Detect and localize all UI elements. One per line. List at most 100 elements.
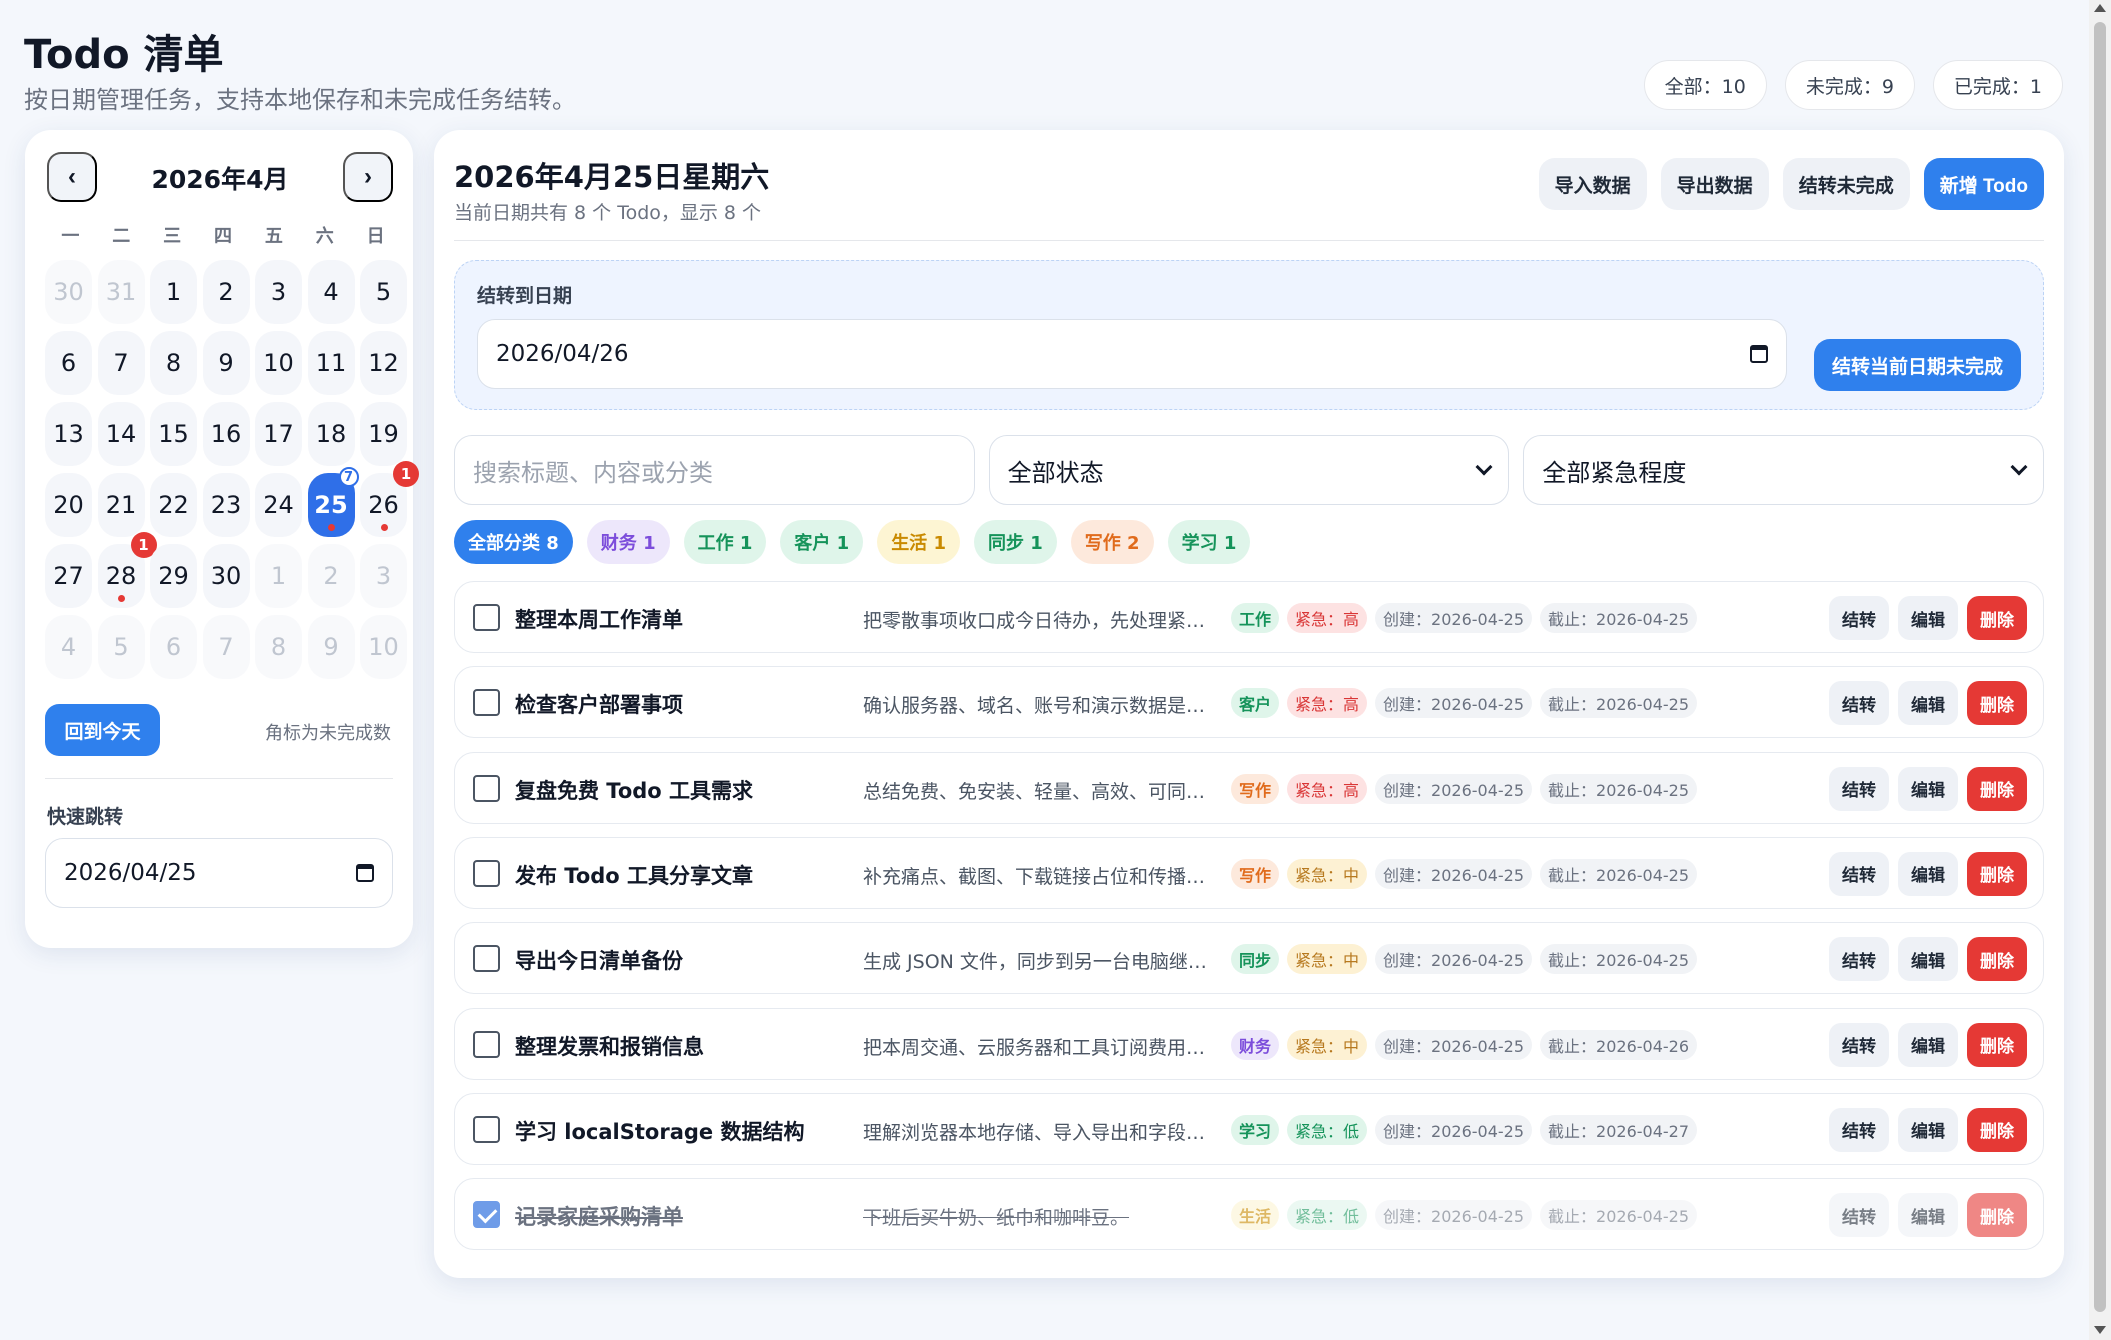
calendar-day[interactable]: 23 — [202, 473, 250, 537]
calendar-day[interactable]: 2 — [202, 260, 250, 324]
delete-button[interactable]: 删除 — [1967, 681, 2027, 726]
todo-checkbox[interactable] — [473, 1201, 500, 1229]
calendar-day[interactable]: 29 — [150, 544, 197, 608]
calendar-day[interactable]: 22 — [150, 473, 197, 537]
category-chip[interactable]: 生活 1 — [877, 520, 960, 564]
todo-checkbox[interactable] — [473, 774, 500, 802]
scroll-up-arrow-icon[interactable] — [2094, 4, 2106, 12]
calendar-day[interactable]: 8 — [150, 331, 197, 395]
category-chip[interactable]: 客户 1 — [780, 520, 864, 564]
next-month-button[interactable]: › — [343, 152, 393, 202]
carry-over-row-button[interactable]: 结转 — [1829, 766, 1889, 811]
delete-button[interactable]: 删除 — [1967, 766, 2027, 811]
edit-button[interactable]: 编辑 — [1898, 766, 1958, 811]
export-data-button[interactable]: 导出数据 — [1660, 158, 1769, 210]
add-todo-button[interactable]: 新增 Todo — [1923, 158, 2044, 210]
delete-button[interactable]: 删除 — [1967, 1193, 2027, 1238]
edit-button[interactable]: 编辑 — [1898, 681, 1958, 726]
calendar-day[interactable]: 6 — [45, 331, 92, 395]
calendar-day[interactable]: 1 — [150, 260, 197, 324]
calendar-day-today[interactable]: 25 7 — [307, 467, 359, 537]
calendar-day[interactable]: 5 — [360, 260, 407, 324]
calendar-day[interactable]: 12 — [360, 331, 407, 395]
edit-button[interactable]: 编辑 — [1898, 596, 1958, 640]
calendar-day[interactable]: 9 — [202, 331, 250, 395]
calendar-day[interactable]: 14 — [97, 402, 145, 466]
category-chip[interactable]: 写作 2 — [1070, 520, 1154, 564]
back-to-today-button[interactable]: 回到今天 — [45, 704, 160, 756]
calendar-day[interactable]: 24 — [255, 473, 302, 537]
search-input[interactable]: 搜索标题、内容或分类 — [454, 435, 975, 505]
calendar-day[interactable]: 18 — [307, 402, 355, 466]
todo-checkbox[interactable] — [473, 604, 500, 631]
calendar-day[interactable]: 3 — [360, 544, 407, 608]
page-scrollbar[interactable] — [2089, 0, 2111, 1340]
calendar-day[interactable]: 30 — [202, 544, 250, 608]
calendar-day[interactable]: 9 — [307, 615, 355, 679]
calendar-day[interactable]: 8 — [255, 615, 302, 679]
carry-current-date-button[interactable]: 结转当前日期未完成 — [1813, 339, 2021, 391]
scroll-thumb[interactable] — [2094, 22, 2106, 1312]
edit-button[interactable]: 编辑 — [1898, 851, 1958, 896]
carry-over-row-button[interactable]: 结转 — [1829, 851, 1889, 896]
calendar-day[interactable]: 27 — [45, 544, 92, 608]
quick-jump-date-input[interactable]: 2026/04/25 — [45, 838, 393, 908]
calendar-day[interactable]: 17 — [255, 402, 302, 466]
calendar-day[interactable]: 10 — [360, 615, 407, 679]
calendar-day[interactable]: 5 — [97, 615, 145, 679]
calendar-icon[interactable] — [1750, 345, 1768, 363]
calendar-day[interactable]: 13 — [45, 402, 92, 466]
calendar-icon[interactable] — [356, 864, 374, 882]
carry-over-row-button[interactable]: 结转 — [1829, 1193, 1889, 1238]
calendar-day[interactable]: 16 — [202, 402, 250, 466]
calendar-day[interactable]: 31 — [97, 260, 145, 324]
calendar-day[interactable]: 28 1 — [97, 532, 157, 608]
carry-date-input[interactable]: 2026/04/26 — [477, 319, 1787, 389]
calendar-day[interactable]: 1 — [255, 544, 302, 608]
category-chip[interactable]: 工作 1 — [683, 520, 767, 564]
delete-button[interactable]: 删除 — [1967, 596, 2027, 640]
todo-checkbox[interactable] — [473, 689, 500, 717]
scroll-down-arrow-icon[interactable] — [2094, 1326, 2106, 1334]
carry-over-row-button[interactable]: 结转 — [1829, 937, 1889, 982]
edit-button[interactable]: 编辑 — [1898, 1022, 1958, 1067]
calendar-day[interactable]: 4 — [307, 260, 355, 324]
calendar-day[interactable]: 4 — [45, 615, 92, 679]
urgency-select[interactable]: 全部紧急程度 — [1523, 435, 2045, 505]
calendar-day[interactable]: 30 — [45, 260, 92, 324]
calendar-day[interactable]: 3 — [255, 260, 302, 324]
category-chip[interactable]: 学习 1 — [1167, 520, 1251, 564]
calendar-day[interactable]: 26 1 — [360, 461, 419, 537]
import-data-button[interactable]: 导入数据 — [1538, 158, 1647, 210]
todo-checkbox[interactable] — [473, 945, 500, 973]
delete-button[interactable]: 删除 — [1967, 851, 2027, 896]
delete-button[interactable]: 删除 — [1967, 1022, 2027, 1067]
calendar-day[interactable]: 2 — [307, 544, 355, 608]
carry-over-row-button[interactable]: 结转 — [1829, 596, 1889, 640]
carry-over-row-button[interactable]: 结转 — [1829, 1107, 1889, 1152]
todo-checkbox[interactable] — [473, 1030, 500, 1058]
calendar-day[interactable]: 11 — [307, 331, 355, 395]
prev-month-button[interactable]: ‹ — [47, 152, 97, 202]
carry-over-row-button[interactable]: 结转 — [1829, 1022, 1889, 1067]
calendar-day[interactable]: 10 — [255, 331, 302, 395]
category-chip[interactable]: 同步 1 — [973, 520, 1057, 564]
status-select[interactable]: 全部状态 — [988, 435, 1510, 505]
edit-button[interactable]: 编辑 — [1898, 1107, 1958, 1152]
calendar-day[interactable]: 20 — [45, 473, 92, 537]
calendar-day[interactable]: 7 — [97, 331, 145, 395]
edit-button[interactable]: 编辑 — [1898, 937, 1958, 982]
todo-checkbox[interactable] — [473, 1115, 500, 1143]
category-chip-all[interactable]: 全部分类 8 — [454, 520, 573, 564]
delete-button[interactable]: 删除 — [1967, 937, 2027, 982]
calendar-day[interactable]: 6 — [150, 615, 197, 679]
calendar-day[interactable]: 21 — [97, 473, 145, 537]
calendar-day[interactable]: 15 — [150, 402, 197, 466]
carry-over-button[interactable]: 结转未完成 — [1782, 158, 1910, 210]
calendar-day[interactable]: 19 — [360, 402, 407, 466]
carry-over-row-button[interactable]: 结转 — [1829, 681, 1889, 726]
calendar-day[interactable]: 7 — [202, 615, 250, 679]
category-chip[interactable]: 财务 1 — [586, 520, 670, 564]
delete-button[interactable]: 删除 — [1967, 1107, 2027, 1152]
todo-checkbox[interactable] — [473, 859, 500, 887]
